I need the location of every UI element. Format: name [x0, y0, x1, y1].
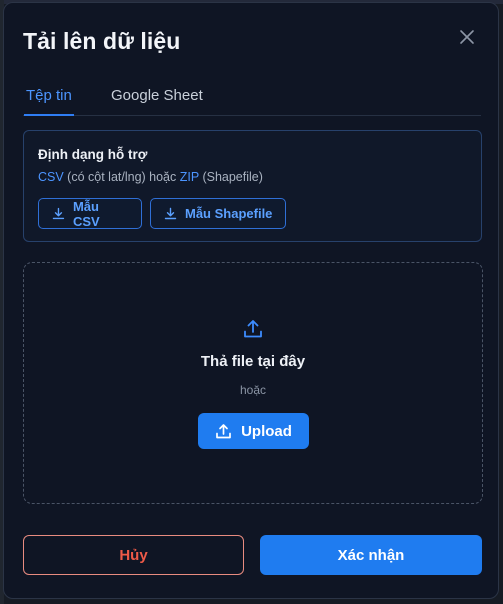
- dropzone-title: Thả file tại đây: [200, 353, 306, 370]
- upload-icon: [216, 423, 231, 438]
- upload-icon: [244, 320, 262, 338]
- download-shapefile-template-button[interactable]: Mẫu Shapefile: [150, 198, 286, 229]
- download-csv-template-label: Mẫu CSV: [72, 198, 100, 229]
- cancel-button[interactable]: Hủy: [23, 535, 244, 575]
- supported-formats-description: CSV (có cột lat/lng) hoặc ZIP (Shapefile…: [38, 170, 263, 184]
- download-icon: [52, 207, 65, 220]
- zip-format-note: (Shapefile): [198, 170, 263, 184]
- csv-format-note: (có cột lat/lng) hoặc: [63, 170, 180, 184]
- download-shapefile-template-label: Mẫu Shapefile: [185, 206, 273, 221]
- source-tabs: Tệp tin Google Sheet: [23, 81, 481, 116]
- upload-button[interactable]: Upload: [198, 413, 309, 449]
- file-dropzone[interactable]: Thả file tại đây hoặc Upload: [23, 262, 483, 504]
- download-icon: [164, 207, 177, 220]
- zip-format-label: ZIP: [179, 170, 199, 184]
- close-button[interactable]: [456, 26, 478, 48]
- confirm-button[interactable]: Xác nhận: [260, 535, 482, 575]
- upload-data-modal: Tải lên dữ liệu Tệp tin Google Sheet Địn…: [3, 2, 499, 599]
- supported-formats-panel: Định dạng hỗ trợ CSV (có cột lat/lng) ho…: [23, 130, 482, 242]
- supported-formats-title: Định dạng hỗ trợ: [38, 147, 148, 162]
- download-csv-template-button[interactable]: Mẫu CSV: [38, 198, 142, 229]
- csv-format-label: CSV: [38, 170, 64, 184]
- dropzone-or-text: hoặc: [239, 383, 267, 397]
- upload-button-label: Upload: [241, 422, 292, 440]
- close-icon: [460, 30, 474, 44]
- tab-google-sheet[interactable]: Google Sheet: [111, 87, 203, 104]
- tab-file[interactable]: Tệp tin: [24, 87, 74, 116]
- modal-title: Tải lên dữ liệu: [23, 28, 181, 54]
